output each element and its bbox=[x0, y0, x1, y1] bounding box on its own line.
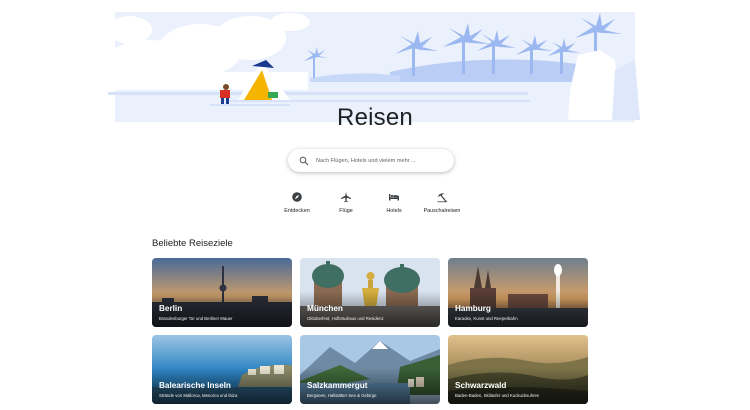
destination-name: Berlin bbox=[159, 304, 183, 313]
destination-card-berlin[interactable]: Berlin Brandenburger Tor und Berliner Ma… bbox=[152, 258, 292, 327]
section-title: Beliebte Reiseziele bbox=[152, 238, 233, 249]
destination-name: Balearische Inseln bbox=[159, 381, 231, 390]
destination-name: Schwarzwald bbox=[455, 381, 507, 390]
destination-name: München bbox=[307, 304, 343, 313]
nav-label: Pauschalreisen bbox=[423, 208, 461, 214]
destination-desc: Oktoberfest, Hofbräuhaus und Residenz bbox=[307, 316, 384, 321]
beach-umbrella-icon bbox=[436, 190, 448, 203]
search-icon bbox=[299, 156, 309, 166]
nav-flights[interactable]: Flüge bbox=[326, 190, 366, 214]
search-input[interactable] bbox=[316, 157, 446, 164]
hotel-bed-icon bbox=[388, 190, 400, 202]
destination-name: Salzkammergut bbox=[307, 381, 368, 390]
page-title: Reisen bbox=[337, 104, 413, 131]
search-box[interactable] bbox=[288, 149, 454, 172]
destination-card-muenchen[interactable]: München Oktoberfest, Hofbräuhaus und Res… bbox=[300, 258, 440, 327]
travel-nav: Entdecken Flüge Hotels Pauschalreisen bbox=[0, 190, 750, 220]
destination-card-salzkammergut[interactable]: Salzkammergut Bergseen, Hallstätter See … bbox=[300, 335, 440, 404]
destination-desc: Brandenburger Tor und Berliner Mauer bbox=[159, 316, 233, 321]
destination-desc: Strände von Mallorca, Menorca und Ibiza bbox=[159, 393, 238, 398]
destination-desc: Baden-Baden, Skiläufer und Kuckucksuhren bbox=[455, 393, 540, 398]
nav-label: Flüge bbox=[339, 208, 353, 214]
destination-card-balearische-inseln[interactable]: Balearische Inseln Strände von Mallorca,… bbox=[152, 335, 292, 404]
nav-vacation-packages[interactable]: Pauschalreisen bbox=[422, 190, 462, 214]
destination-name: Hamburg bbox=[455, 304, 491, 313]
explore-icon bbox=[291, 190, 303, 202]
airplane-icon bbox=[340, 190, 352, 203]
destination-desc: Bergseen, Hallstätter See & Gebirge bbox=[307, 393, 377, 398]
nav-label: Hotels bbox=[386, 208, 402, 214]
destination-card-schwarzwald[interactable]: Schwarzwald Baden-Baden, Skiläufer und K… bbox=[448, 335, 588, 404]
nav-hotels[interactable]: Hotels bbox=[374, 190, 414, 214]
nav-explore[interactable]: Entdecken bbox=[277, 190, 317, 214]
destination-card-hamburg[interactable]: Hamburg Karaoke, Kunst und Reeperbahn bbox=[448, 258, 588, 327]
nav-label: Entdecken bbox=[284, 208, 310, 214]
destination-desc: Karaoke, Kunst und Reeperbahn bbox=[455, 316, 518, 321]
